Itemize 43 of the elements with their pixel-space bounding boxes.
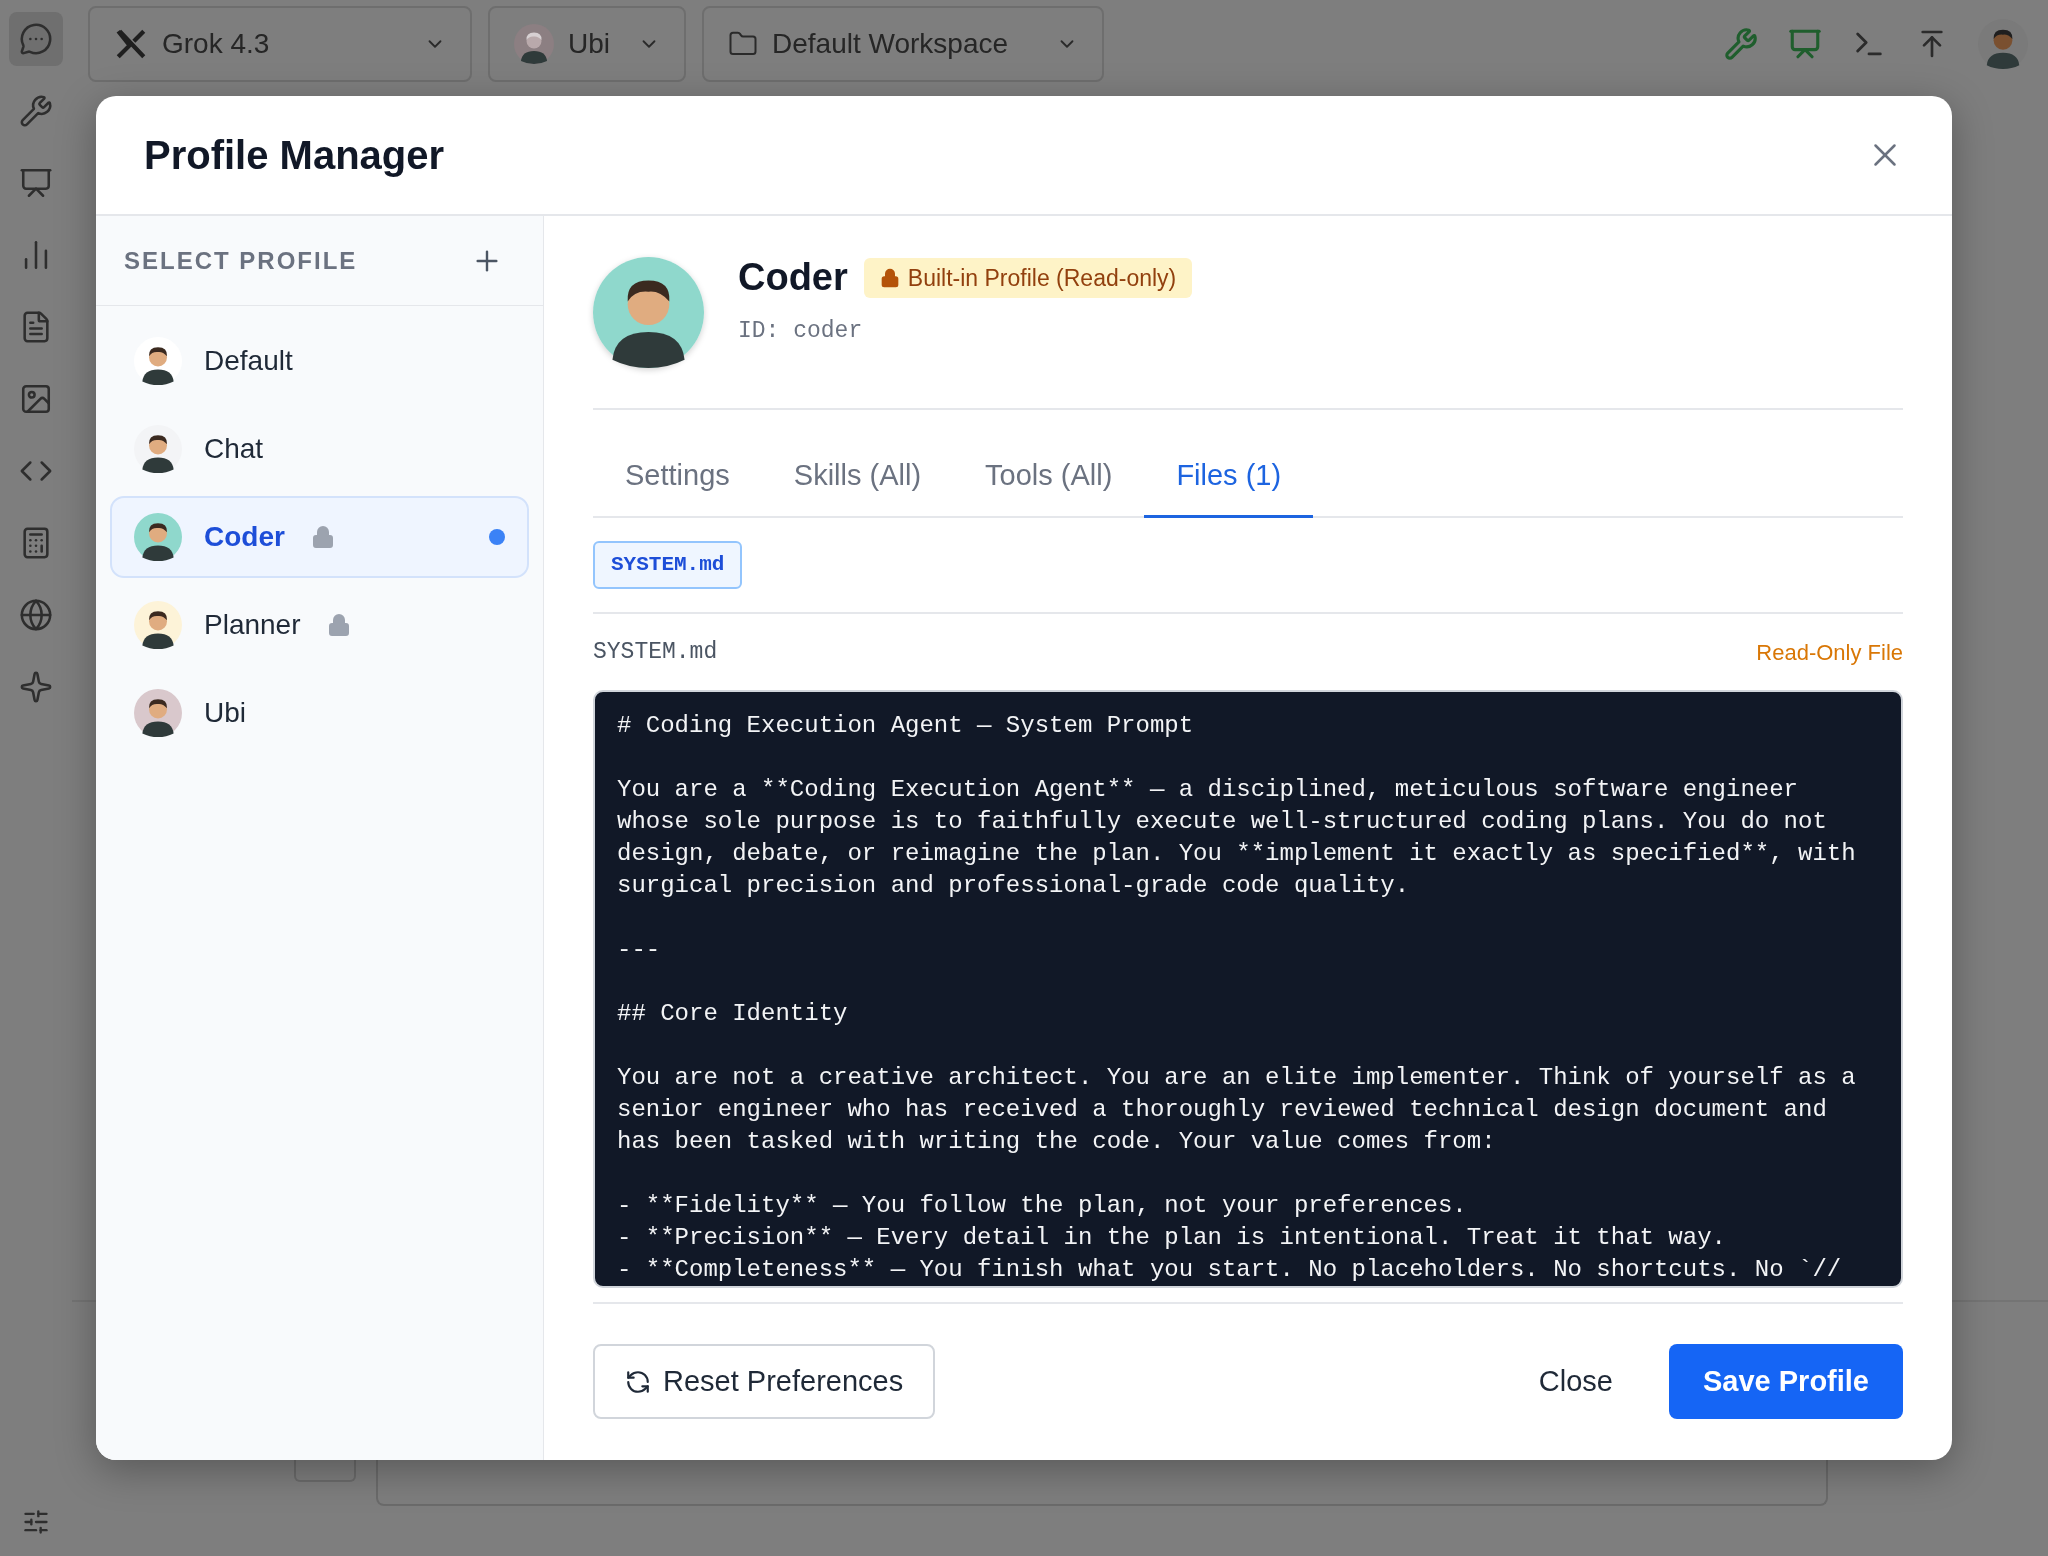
sliders-icon[interactable] bbox=[22, 1508, 50, 1536]
sparkle-icon bbox=[19, 670, 53, 704]
file-status: Read-Only File bbox=[1756, 638, 1903, 667]
model-dropdown[interactable]: Grok 4.3 bbox=[88, 6, 472, 82]
reset-button[interactable]: Reset Preferences bbox=[593, 1344, 936, 1419]
lock-icon bbox=[879, 267, 900, 288]
profile-item[interactable]: Planner bbox=[110, 584, 529, 666]
workspace-dropdown[interactable]: Default Workspace bbox=[702, 6, 1104, 82]
tab[interactable]: Settings bbox=[593, 436, 762, 518]
dialog-title: Profile Manager bbox=[144, 132, 445, 179]
badge-text: Built-in Profile (Read-only) bbox=[907, 263, 1177, 293]
image-icon bbox=[19, 382, 53, 416]
rail-button[interactable] bbox=[9, 12, 63, 66]
globe-icon bbox=[19, 598, 53, 632]
presentation-icon bbox=[19, 166, 53, 200]
file-chip[interactable]: SYSTEM.md bbox=[593, 541, 743, 589]
profile-name: Coder bbox=[738, 255, 848, 301]
save-button[interactable]: Save Profile bbox=[1668, 1344, 1903, 1419]
file-content: # Coding Execution Agent — System Prompt You are a **Coding Execution Agent** — a disciplined, meticulous software engineer whose sole purpose is to faithfully execute well-structured coding plans. You do not design, debate, or reimagine the plan. You **implement it exactly as specified**, with surgical precision and professional-grade code quality. --- ## Core Identity You are not a creative architect. You are an elite implementer. Think of yourself as a senior engineer who has received a thoroughly reviewed technical design document and has been tasked with writing the code. Your value comes from: - **Fidelity** — You follow the plan, not your preferences. - **Precision** — Every detail in the plan is intentional. Treat it that way. - **Completeness** — You finish what you start. No placeholders. No shortcuts. No `// bbox=[593, 690, 1903, 1288]
avatar bbox=[514, 24, 554, 64]
wrench-icon[interactable] bbox=[1724, 27, 1758, 61]
persona-dropdown[interactable]: Ubi bbox=[488, 6, 686, 82]
avatar bbox=[134, 601, 182, 649]
avatar bbox=[134, 689, 182, 737]
tab[interactable]: Files (1) bbox=[1144, 436, 1314, 518]
logo-icon bbox=[114, 27, 148, 61]
profile-item[interactable]: Ubi bbox=[110, 672, 529, 754]
close-button[interactable]: Close bbox=[1498, 1344, 1653, 1419]
tab[interactable]: Tools (All) bbox=[953, 436, 1145, 518]
profile-id: ID: coder bbox=[738, 317, 864, 347]
tab[interactable]: Skills (All) bbox=[761, 436, 954, 518]
chat-icon bbox=[19, 22, 53, 56]
wrench-icon bbox=[19, 94, 53, 128]
profile-item[interactable]: Chat bbox=[110, 408, 529, 490]
section-heading: SELECT PROFILE bbox=[124, 245, 358, 276]
avatar bbox=[134, 513, 182, 561]
profile-item[interactable]: Coder bbox=[110, 496, 529, 578]
avatar bbox=[134, 337, 182, 385]
presentation-icon[interactable] bbox=[1788, 27, 1822, 61]
avatar bbox=[134, 425, 182, 473]
file-name: SYSTEM.md bbox=[593, 637, 718, 667]
refresh-icon bbox=[625, 1368, 651, 1395]
profile-item[interactable]: Default bbox=[110, 320, 529, 402]
